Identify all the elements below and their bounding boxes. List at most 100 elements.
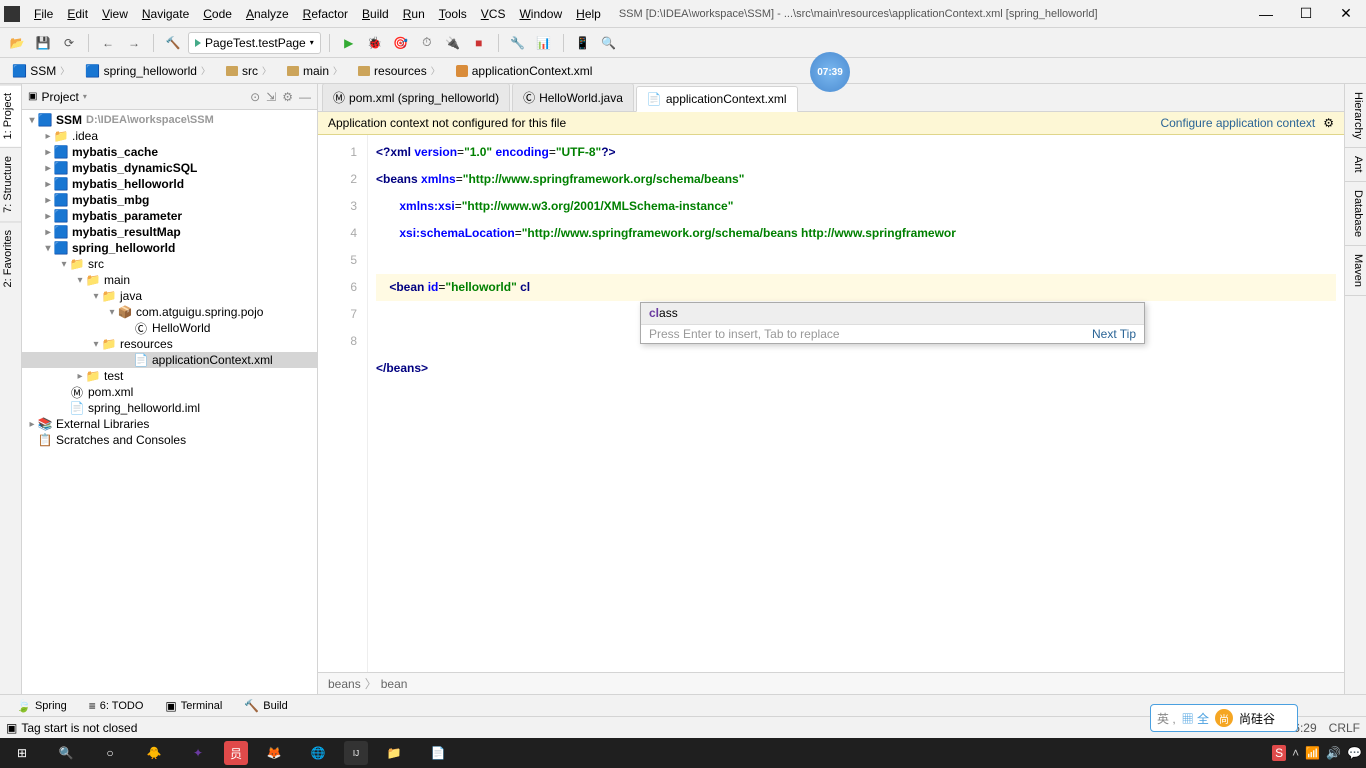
search-taskbar-icon[interactable]: 🔍 <box>48 740 84 766</box>
search-icon[interactable]: 🔍 <box>598 32 620 54</box>
start-button[interactable]: ⊞ <box>4 740 40 766</box>
tree-item[interactable]: ▾📦com.atguigu.spring.pojo <box>22 304 317 320</box>
code-editor[interactable]: <?xml version="1.0" encoding="UTF-8"?> <… <box>368 135 1344 672</box>
cortana-icon[interactable]: ○ <box>92 740 128 766</box>
tree-item[interactable]: ▸🟦mybatis_dynamicSQL <box>22 160 317 176</box>
app-icon-3[interactable]: 员 <box>224 741 248 765</box>
tree-item[interactable]: ▸🟦mybatis_parameter <box>22 208 317 224</box>
menu-tools[interactable]: Tools <box>433 5 473 23</box>
minimize-button[interactable]: — <box>1250 3 1282 25</box>
tree-item[interactable]: ▾🟦spring_helloworld <box>22 240 317 256</box>
tree-item[interactable]: ▾🟦SSMD:\IDEA\workspace\SSM <box>22 112 317 128</box>
tree-item[interactable]: ▾📁src <box>22 256 317 272</box>
firefox-icon[interactable]: 🦊 <box>256 740 292 766</box>
tree-item[interactable]: 📄spring_helloworld.iml <box>22 400 317 416</box>
debug-icon[interactable]: 🐞 <box>364 32 386 54</box>
tree-item[interactable]: ▸🟦mybatis_helloworld <box>22 176 317 192</box>
nav-item[interactable]: main 〉 <box>281 62 348 80</box>
tree-item[interactable]: ▸📁.idea <box>22 128 317 144</box>
menu-analyze[interactable]: Analyze <box>240 5 295 23</box>
save-icon[interactable]: 💾 <box>32 32 54 54</box>
tree-item[interactable]: ▾📁main <box>22 272 317 288</box>
breadcrumb-item[interactable]: beans <box>328 677 361 691</box>
tree-item[interactable]: 📄applicationContext.xml <box>22 352 317 368</box>
next-tip-link[interactable]: Next Tip <box>1092 327 1136 341</box>
menu-code[interactable]: Code <box>197 5 238 23</box>
refresh-icon[interactable]: ⟳ <box>58 32 80 54</box>
tree-item[interactable]: ▸📚External Libraries <box>22 416 317 432</box>
menu-edit[interactable]: Edit <box>61 5 94 23</box>
right-tab-database[interactable]: Database <box>1345 182 1366 246</box>
editor-tab[interactable]: 📄 applicationContext.xml <box>636 86 798 112</box>
tray-ime-icon[interactable]: S <box>1272 745 1286 761</box>
open-icon[interactable]: 📂 <box>6 32 28 54</box>
back-icon[interactable]: ← <box>97 32 119 54</box>
tree-item[interactable]: ▸📁test <box>22 368 317 384</box>
run-config-dropdown[interactable]: PageTest.testPage ▾ <box>188 32 321 54</box>
menu-file[interactable]: File <box>28 5 59 23</box>
avd-icon[interactable]: 📱 <box>572 32 594 54</box>
tree-item[interactable]: ▸🟦mybatis_resultMap <box>22 224 317 240</box>
run-icon[interactable]: ▶ <box>338 32 360 54</box>
autocomplete-popup[interactable]: class Press Enter to insert, Tab to repl… <box>640 302 1145 344</box>
tree-item[interactable]: Ⓜpom.xml <box>22 384 317 400</box>
collapse-icon[interactable]: — <box>299 90 311 104</box>
nav-item[interactable]: 🟦 SSM 〉 <box>6 62 75 80</box>
notepad-icon[interactable]: 📄 <box>420 740 456 766</box>
bottom-tab-todo[interactable]: ≡ 6: TODO <box>79 697 154 715</box>
nav-item[interactable]: applicationContext.xml <box>450 62 599 80</box>
configure-context-link[interactable]: Configure application context <box>1160 116 1315 130</box>
menu-help[interactable]: Help <box>570 5 607 23</box>
bottom-tab-spring[interactable]: 🍃 Spring <box>6 697 77 715</box>
app-icon-2[interactable]: ✦ <box>180 740 216 766</box>
app-icon-1[interactable]: 🐥 <box>136 740 172 766</box>
build-icon[interactable]: 🔨 <box>162 32 184 54</box>
chrome-icon[interactable]: 🌐 <box>300 740 336 766</box>
attach-icon[interactable]: 🔌 <box>442 32 464 54</box>
tree-item[interactable]: ▸🟦mybatis_cache <box>22 144 317 160</box>
menu-build[interactable]: Build <box>356 5 395 23</box>
menu-navigate[interactable]: Navigate <box>136 5 195 23</box>
ime-indicator[interactable]: 英 , ▦ 全 尚 尚硅谷 <box>1150 704 1298 732</box>
tray-notification-icon[interactable]: 💬 <box>1347 746 1362 760</box>
expand-icon[interactable]: ⇲ <box>266 90 276 104</box>
autocomplete-item[interactable]: class <box>641 303 1144 324</box>
bottom-tab-terminal[interactable]: ▣ Terminal <box>155 697 232 715</box>
locate-icon[interactable]: ⊙ <box>250 90 260 104</box>
maximize-button[interactable]: ☐ <box>1290 3 1322 25</box>
explorer-icon[interactable]: 📁 <box>376 740 412 766</box>
gear-icon[interactable]: ⚙ <box>282 90 293 104</box>
nav-item[interactable]: src 〉 <box>220 62 277 80</box>
tree-item[interactable]: ▾📁resources <box>22 336 317 352</box>
tray-network-icon[interactable]: 📶 <box>1305 746 1320 760</box>
nav-item[interactable]: resources 〉 <box>352 62 446 80</box>
menu-window[interactable]: Window <box>513 5 568 23</box>
tree-item[interactable]: ▸🟦mybatis_mbg <box>22 192 317 208</box>
settings-icon[interactable]: 🔧 <box>507 32 529 54</box>
tray-up-icon[interactable]: ˄ <box>1292 746 1299 760</box>
right-tab-maven[interactable]: Maven <box>1345 246 1366 296</box>
menu-vcs[interactable]: VCS <box>475 5 512 23</box>
stop-icon[interactable]: ■ <box>468 32 490 54</box>
nav-item[interactable]: 🟦 spring_helloworld 〉 <box>79 62 216 80</box>
warning-gear-icon[interactable]: ⚙ <box>1323 116 1334 130</box>
tree-item[interactable]: ▾📁java <box>22 288 317 304</box>
profile-icon[interactable]: ⏱ <box>416 32 438 54</box>
right-tab-ant[interactable]: Ant <box>1345 148 1366 182</box>
bottom-tab-build[interactable]: 🔨 Build <box>234 697 297 715</box>
left-tab-structure[interactable]: 7: Structure <box>0 147 21 221</box>
editor-tab[interactable]: Ⓜ pom.xml (spring_helloworld) <box>322 83 510 111</box>
tree-item[interactable]: 📋Scratches and Consoles <box>22 432 317 448</box>
menu-refactor[interactable]: Refactor <box>297 5 354 23</box>
left-tab-project[interactable]: 1: Project <box>0 84 21 147</box>
editor-tab[interactable]: Ⓒ HelloWorld.java <box>512 83 634 111</box>
tree-item[interactable]: ⒸHelloWorld <box>22 320 317 336</box>
intellij-icon[interactable]: IJ <box>344 741 368 765</box>
coverage-icon[interactable]: 🎯 <box>390 32 412 54</box>
close-button[interactable]: ✕ <box>1330 3 1362 25</box>
menu-view[interactable]: View <box>96 5 134 23</box>
breadcrumb-item[interactable]: bean <box>381 677 408 691</box>
structure-icon[interactable]: 📊 <box>533 32 555 54</box>
tray-volume-icon[interactable]: 🔊 <box>1326 746 1341 760</box>
left-tab-favorites[interactable]: 2: Favorites <box>0 221 21 295</box>
